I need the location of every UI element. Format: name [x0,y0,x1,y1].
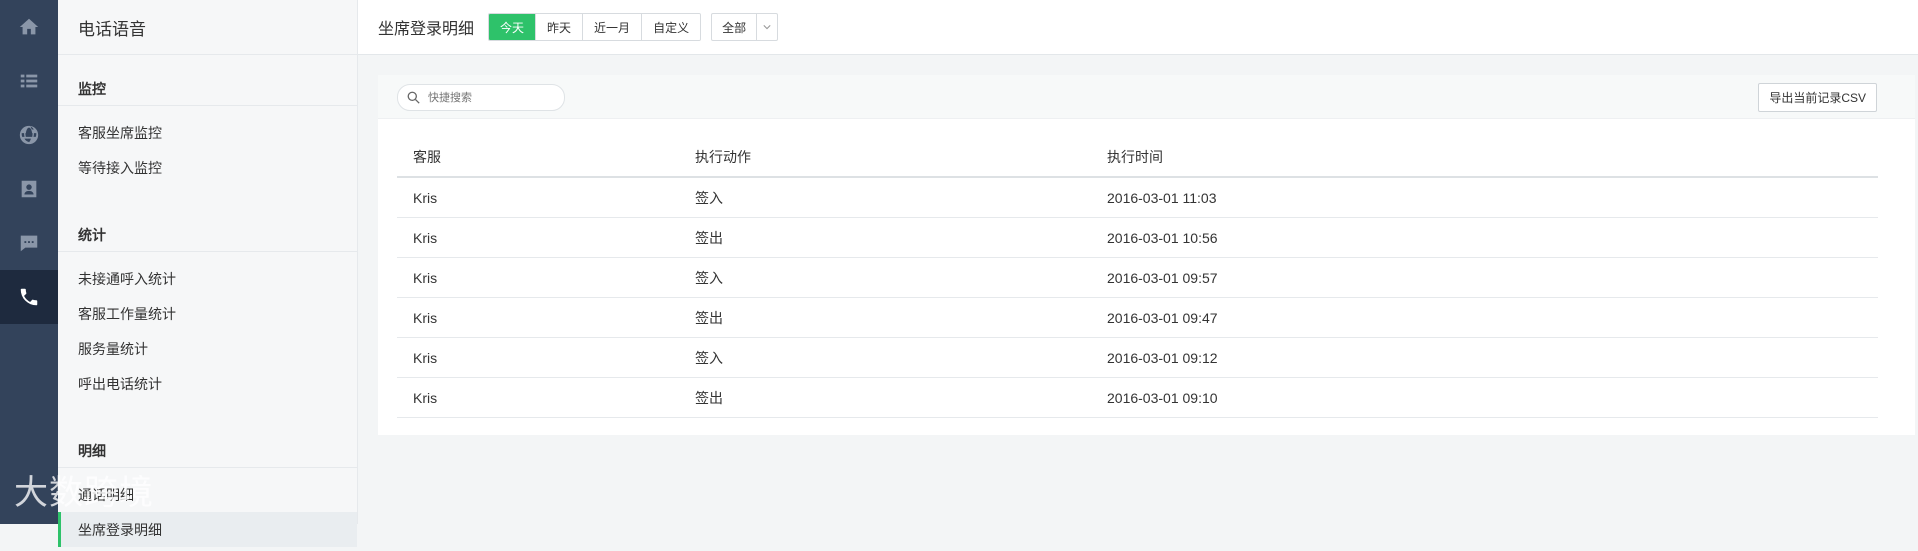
cell-agent: Kris [397,377,679,418]
sidebar-item-outbound-stats[interactable]: 呼出电话统计 [58,366,357,401]
table-row: Kris 签入 2016-03-01 09:57 [397,257,1878,298]
dropdown-caret[interactable] [757,14,777,40]
sidebar-item-service-volume[interactable]: 服务量统计 [58,331,357,366]
home-icon [19,18,39,35]
sidebar-item-missed-calls[interactable]: 未接通呼入统计 [58,261,357,296]
sidebar-title: 电话语音 [58,0,357,55]
filter-dropdown-value: 全部 [712,14,758,40]
search-icon [407,91,420,104]
cell-agent: Kris [397,257,679,298]
sidebar-item-workload[interactable]: 客服工作量统计 [58,296,357,331]
cell-action: 签出 [679,377,1091,418]
cell-time: 2016-03-01 09:12 [1091,337,1878,378]
rail-item-contacts[interactable] [0,162,58,216]
table-row: Kris 签出 2016-03-01 09:10 [397,377,1878,418]
range-yesterday-button[interactable]: 昨天 [535,14,583,40]
login-records-table: 客服 执行动作 执行时间 Kris 签入 2016-03-01 11:03 Kr… [397,138,1878,418]
rail-item-home[interactable] [0,0,58,54]
chat-icon [20,235,38,252]
cell-action: 签入 [679,257,1091,298]
sidebar-item-login-details[interactable]: 坐席登录明细 [58,512,357,547]
content-panel: 导出当前记录CSV 客服 执行动作 执行时间 Kris 签入 2016-03-0… [378,75,1915,435]
rail-item-phone[interactable] [0,270,58,324]
sidebar-item-agent-monitor[interactable]: 客服坐席监控 [58,115,357,150]
rail-item-list[interactable] [0,54,58,108]
rail-item-chat[interactable] [0,216,58,270]
range-custom-button[interactable]: 自定义 [641,14,701,40]
cell-agent: Kris [397,177,679,218]
table-header-row: 客服 执行动作 执行时间 [397,138,1878,178]
watermark: 大数跨境 [14,473,154,513]
cell-action: 签出 [679,297,1091,338]
list-icon [20,74,38,88]
column-header-time[interactable]: 执行时间 [1091,138,1878,178]
sidebar-section-stats: 统计 [58,207,357,252]
cell-time: 2016-03-01 09:10 [1091,377,1878,418]
globe-icon [19,125,39,145]
column-header-action[interactable]: 执行动作 [679,138,1091,178]
column-header-agent[interactable]: 客服 [397,138,679,178]
cell-agent: Kris [397,217,679,258]
chevron-down-icon [763,25,771,30]
cell-agent: Kris [397,337,679,378]
cell-time: 2016-03-01 09:47 [1091,297,1878,338]
range-last-month-button[interactable]: 近一月 [582,14,642,40]
panel-toolbar: 导出当前记录CSV [378,75,1915,119]
sidebar-section-monitor: 监控 [58,61,357,106]
phone-icon [20,288,38,306]
cell-time: 2016-03-01 09:57 [1091,257,1878,298]
cell-time: 2016-03-01 10:56 [1091,217,1878,258]
page-header: 坐席登录明细 今天 昨天 近一月 自定义 全部 [358,0,1918,55]
table-row: Kris 签出 2016-03-01 09:47 [397,297,1878,338]
sidebar-section-details: 明细 [58,423,357,468]
range-today-button[interactable]: 今天 [489,14,536,40]
table-row: Kris 签入 2016-03-01 11:03 [397,177,1878,218]
page-title: 坐席登录明细 [378,21,475,38]
table-row: Kris 签出 2016-03-01 10:56 [397,217,1878,258]
contact-card-icon [21,180,37,198]
export-csv-button[interactable]: 导出当前记录CSV [1758,83,1877,112]
cell-agent: Kris [397,297,679,338]
date-range-selector: 今天 昨天 近一月 自定义 [488,13,702,41]
rail-item-globe[interactable] [0,108,58,162]
search-input[interactable] [426,90,550,105]
cell-time: 2016-03-01 11:03 [1091,177,1878,218]
cell-action: 签出 [679,217,1091,258]
search-box [397,84,565,111]
filter-dropdown[interactable]: 全部 [711,13,779,41]
table-row: Kris 签入 2016-03-01 09:12 [397,337,1878,378]
cell-action: 签入 [679,337,1091,378]
cell-action: 签入 [679,177,1091,218]
icon-rail [0,0,58,524]
sidebar-item-queue-monitor[interactable]: 等待接入监控 [58,150,357,185]
secondary-sidebar: 电话语音 监控 客服坐席监控 等待接入监控 统计 未接通呼入统计 客服工作量统计… [58,0,358,547]
